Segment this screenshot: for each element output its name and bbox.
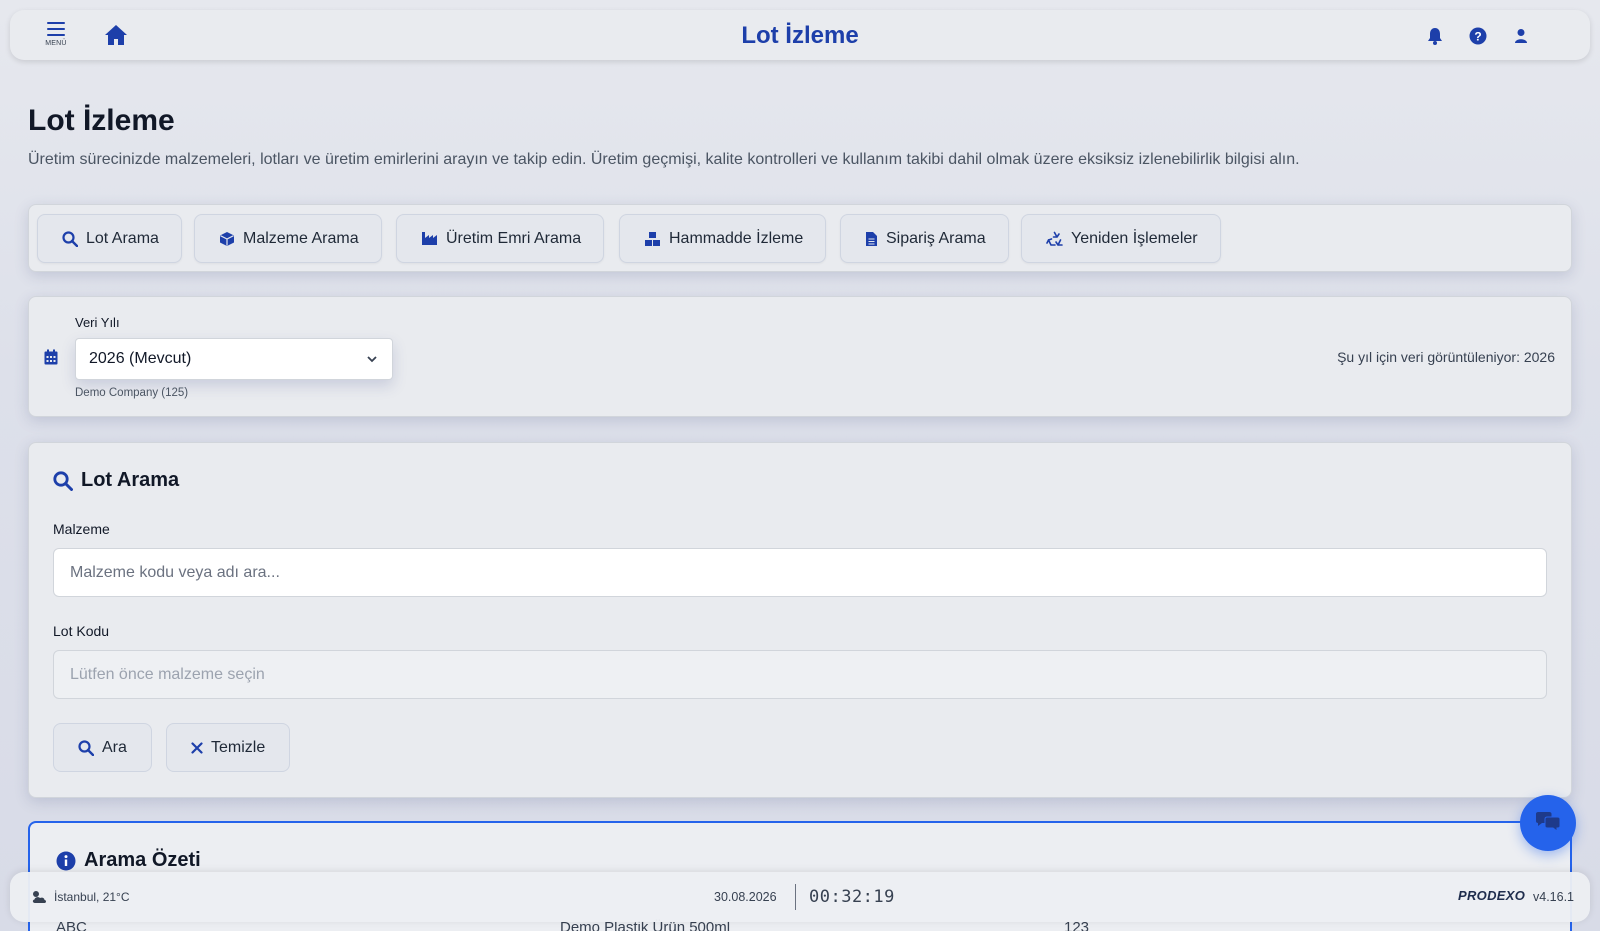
close-icon [191,741,203,754]
menu-label: MENÜ [45,40,67,47]
tab-label: Yeniden İşlemeler [1071,229,1198,247]
tab-label: Üretim Emri Arama [446,229,582,247]
menu-button[interactable]: MENÜ [42,20,70,52]
help-icon[interactable]: ? [1468,26,1488,46]
year-filter-card: Veri Yılı 2026 (Mevcut) Demo Company (12… [28,296,1572,417]
chevron-down-icon [367,356,377,363]
footer-date: 30.08.2026 [714,890,777,904]
lot-search-title: Lot Arama [53,469,179,492]
tab-hammadde-izleme[interactable]: Hammadde İzleme [619,214,827,263]
material-search-input[interactable] [53,548,1547,597]
brand-logo: PRODEXO [1458,888,1526,903]
bell-icon[interactable] [1425,26,1445,46]
lot-code-input[interactable] [53,650,1547,699]
tab-uretim-emri-arama[interactable]: Üretim Emri Arama [396,214,605,263]
year-select[interactable]: 2026 (Mevcut) [75,338,393,380]
summary-title: Arama Özeti [56,849,201,872]
company-name: Demo Company (125) [75,387,189,399]
page-description: Üretim sürecinizde malzemeleri, lotları … [28,151,1300,168]
search-icon [78,739,94,756]
lot-search-card: Lot Arama Malzeme Lot Kodu Ara Temizle [28,442,1572,798]
tab-label: Hammadde İzleme [669,229,804,247]
tab-label: Sipariş Arama [886,229,986,247]
tab-yeniden-islemeler[interactable]: Yeniden İşlemeler [1021,214,1221,263]
search-icon [62,230,78,247]
search-icon [53,470,73,491]
weather-widget: İstanbul, 21°C [30,889,130,904]
hamburger-icon [47,22,65,36]
cube-icon [220,231,234,246]
chat-icon [1536,812,1561,832]
tab-siparis-arama[interactable]: Sipariş Arama [840,214,1009,263]
tab-label: Lot Arama [86,229,159,247]
lot-code-label: Lot Kodu [53,623,110,639]
recycle-icon [1046,231,1063,246]
info-icon [56,851,76,870]
svg-text:?: ? [1474,30,1481,44]
status-footer: İstanbul, 21°C 30.08.2026 00:32:19 PRODE… [10,872,1590,922]
tab-label: Malzeme Arama [243,229,359,247]
search-button[interactable]: Ara [53,723,152,772]
page-title: Lot İzleme [28,104,175,137]
home-icon[interactable] [104,24,128,48]
calendar-icon [44,349,58,370]
document-icon [866,231,877,246]
factory-icon [422,232,437,245]
app-title: Lot İzleme [741,22,859,49]
top-bar: MENÜ Lot İzleme ? [10,10,1590,60]
search-tabs: Lot Arama Malzeme Arama Üretim Emri Aram… [28,204,1572,272]
cloud-sun-icon [32,891,46,903]
clear-button[interactable]: Temizle [166,723,291,772]
footer-divider [795,884,796,910]
user-icon[interactable] [1511,26,1531,46]
app-version: v4.16.1 [1533,890,1575,904]
boxes-icon [645,231,660,246]
material-label: Malzeme [53,521,110,537]
chat-button[interactable] [1520,795,1576,851]
year-label: Veri Yılı [75,315,120,330]
year-info-text: Şu yıl için veri görüntüleniyor: 2026 [1337,349,1555,365]
footer-clock: 00:32:19 [809,887,895,907]
tab-malzeme-arama[interactable]: Malzeme Arama [194,214,382,263]
tab-lot-arama[interactable]: Lot Arama [37,214,182,263]
year-selected-value: 2026 (Mevcut) [89,350,192,367]
